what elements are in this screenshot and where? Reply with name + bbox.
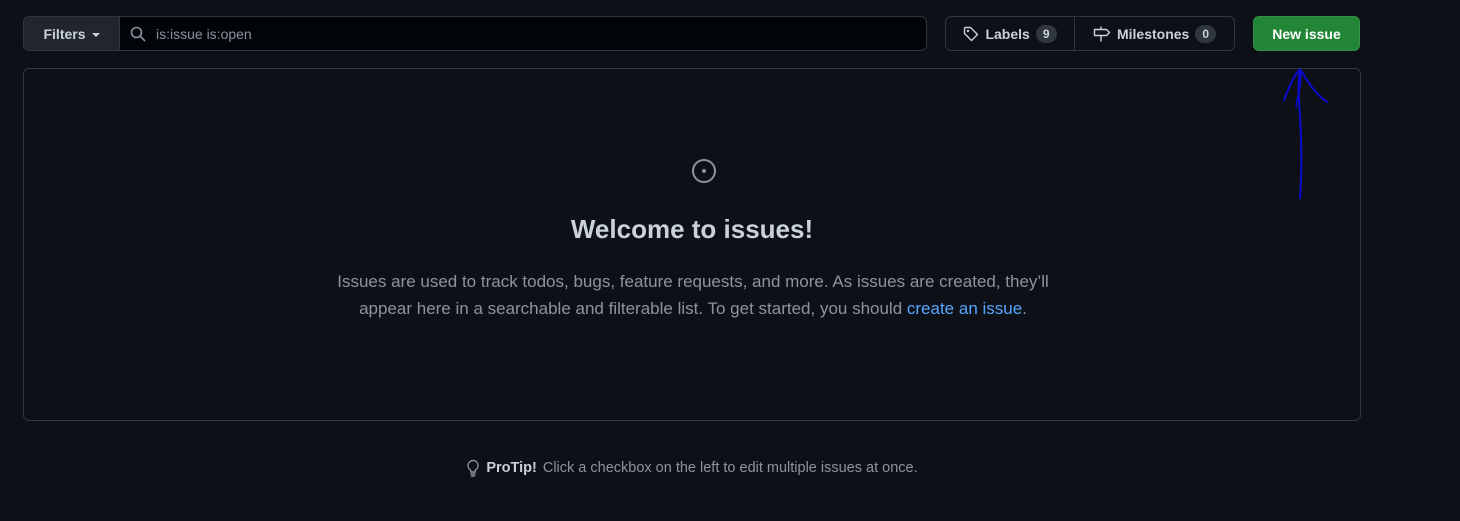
milestones-count: 0 [1195,24,1217,43]
labels-button[interactable]: Labels 9 [946,17,1075,50]
new-issue-button[interactable]: New issue [1253,16,1360,51]
light-bulb-icon [467,459,480,477]
milestones-label: Milestones [1116,25,1190,42]
labels-label: Labels [985,25,1030,42]
blankslate-title: Welcome to issues! [570,214,814,244]
create-issue-link[interactable]: create an issue [907,299,1022,318]
caret-down-icon [91,32,100,37]
search-icon [130,26,146,41]
search-input[interactable] [156,17,926,50]
filter-search-group: Filters [23,16,927,51]
protip-text: Click a checkbox on the left to edit mul… [542,460,918,476]
tag-icon [964,26,979,41]
labels-count: 9 [1035,24,1057,43]
filters-button[interactable]: Filters [24,17,120,50]
labels-milestones-group: Labels 9 Milestones 0 [945,16,1235,51]
protip-label: ProTip! [486,460,537,476]
issue-opened-icon [692,159,716,183]
issues-blankslate: Welcome to issues! Issues are used to tr… [23,68,1361,421]
milestones-button[interactable]: Milestones 0 [1075,17,1234,50]
blankslate-description-end: . [1022,299,1027,318]
milestone-icon [1093,26,1111,41]
blankslate-description: Issues are used to track todos, bugs, fe… [324,268,1062,322]
protip: ProTip! Click a checkbox on the left to … [0,459,1384,477]
issues-page: Filters Labels 9 Milest [0,0,1460,521]
search-field[interactable] [120,17,926,50]
filters-label: Filters [43,25,86,42]
